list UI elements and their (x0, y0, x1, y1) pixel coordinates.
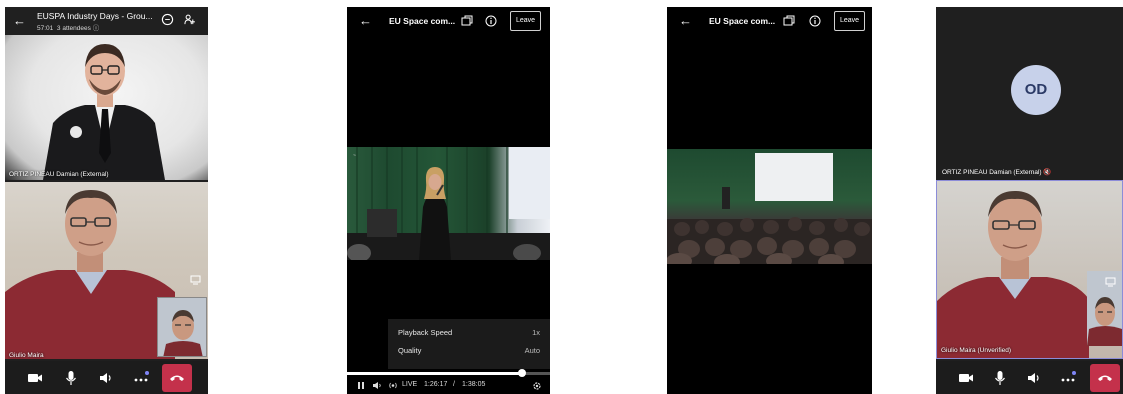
participant-tile-audio-only[interactable]: OD ORTIZ PINEAU Damian (External) 🔇 (936, 7, 1123, 180)
meeting-duration: 57:01 (37, 25, 54, 32)
live-video[interactable] (667, 149, 872, 264)
svg-text:~: ~ (353, 153, 356, 159)
call-controls (5, 361, 208, 394)
back-arrow-icon[interactable]: ← (679, 13, 692, 28)
microphone-icon[interactable] (992, 370, 1008, 386)
time-separator: / (453, 381, 455, 388)
live-broadcast-icon (389, 382, 397, 389)
meeting-title: EUSPA Industry Days - Grou... (37, 11, 153, 21)
microphone-icon[interactable] (63, 370, 79, 386)
call-controls (936, 361, 1123, 394)
stage-scene: ~ (347, 147, 550, 260)
participant-name-label: Giulio Maira (9, 352, 44, 359)
playback-menu: Playback Speed 1x Quality Auto (388, 319, 550, 369)
speaker-icon[interactable] (98, 370, 114, 386)
live-label: LIVE (402, 381, 418, 388)
live-video[interactable]: ~ (347, 147, 550, 260)
quality-item[interactable]: Quality Auto (398, 346, 540, 360)
screen-icon (190, 275, 201, 285)
event-header: ← EU Space com... Leave (347, 7, 550, 35)
volume-icon[interactable] (372, 381, 382, 390)
settings-gear-icon[interactable] (532, 381, 542, 391)
event-title: EU Space com... (389, 16, 456, 26)
pause-icon[interactable] (357, 381, 365, 390)
playback-speed-item[interactable]: Playback Speed 1x (398, 328, 540, 342)
participant-name: ORTIZ PINEAU Damian (External) (942, 169, 1042, 176)
player-controls: LIVE 1:26:17 / 1:38:05 (347, 379, 550, 394)
info-icon[interactable] (809, 15, 821, 27)
participant-video-active-speaker[interactable]: Giulio Maira (Unverified) (936, 180, 1123, 359)
camera-icon[interactable] (958, 370, 974, 386)
meeting-subtitle: 57:01 3 attendees ⓘ (37, 22, 99, 32)
hang-up-button[interactable] (162, 364, 192, 392)
event-header: ← EU Space com... Leave (667, 7, 872, 35)
menu-item-label: Quality (398, 346, 422, 355)
live-event-screen-menu: ← EU Space com... Leave ~ Playback Speed… (347, 7, 550, 394)
audience-scene (667, 153, 872, 264)
back-arrow-icon[interactable]: ← (359, 13, 372, 28)
participant-name-label: ORTIZ PINEAU Damian (External) 🔇 (942, 168, 1051, 176)
screen-icon (1105, 277, 1116, 287)
participant-name-label: Giulio Maira (Unverified) (941, 347, 1012, 354)
participant-figure (43, 44, 165, 180)
meeting-screen-gallery: ← EUSPA Industry Days - Grou... 57:01 3 … (5, 7, 208, 394)
live-event-screen-audience: ← EU Space com... Leave (667, 7, 872, 394)
attendee-count: 3 attendees (56, 25, 91, 32)
self-view-figure (158, 298, 206, 356)
participants-icon[interactable] (183, 13, 197, 26)
seek-bar-handle[interactable] (517, 369, 526, 377)
leave-button[interactable]: Leave (834, 11, 866, 31)
back-arrow-icon[interactable]: ← (13, 13, 26, 28)
avatar: OD (1011, 65, 1061, 115)
meeting-header: ← EUSPA Industry Days - Grou... 57:01 3 … (5, 7, 208, 35)
camera-icon[interactable] (27, 370, 43, 386)
hang-up-icon (170, 375, 184, 381)
info-icon: ⓘ (92, 25, 100, 32)
menu-item-value: Auto (524, 346, 540, 355)
duration: 1:38:05 (462, 381, 486, 388)
hang-up-button[interactable] (1090, 364, 1120, 392)
leave-button[interactable]: Leave (510, 11, 542, 31)
info-icon[interactable] (485, 15, 497, 27)
share-icon[interactable] (783, 15, 795, 27)
more-options-icon[interactable] (1060, 370, 1076, 386)
speaker-icon[interactable] (1026, 370, 1042, 386)
self-view-video[interactable] (157, 297, 207, 357)
muted-microphone-icon: 🔇 (1043, 169, 1052, 176)
event-title: EU Space com... (709, 16, 776, 26)
menu-item-label: Playback Speed (398, 328, 453, 337)
meeting-screen-avatar: OD ORTIZ PINEAU Damian (External) 🔇 Giul… (936, 7, 1123, 394)
share-icon[interactable] (461, 15, 473, 27)
participant-name-label: ORTIZ PINEAU Damian (External) (9, 171, 109, 178)
hang-up-icon (1098, 375, 1112, 381)
chat-icon[interactable] (161, 13, 174, 26)
participant-video-top[interactable]: ORTIZ PINEAU Damian (External) (5, 35, 208, 180)
current-time: 1:26:17 (424, 381, 448, 388)
more-options-icon[interactable] (133, 370, 149, 386)
menu-item-value: 1x (532, 328, 540, 337)
seek-bar[interactable] (347, 369, 550, 377)
seek-bar-fill (347, 372, 522, 375)
